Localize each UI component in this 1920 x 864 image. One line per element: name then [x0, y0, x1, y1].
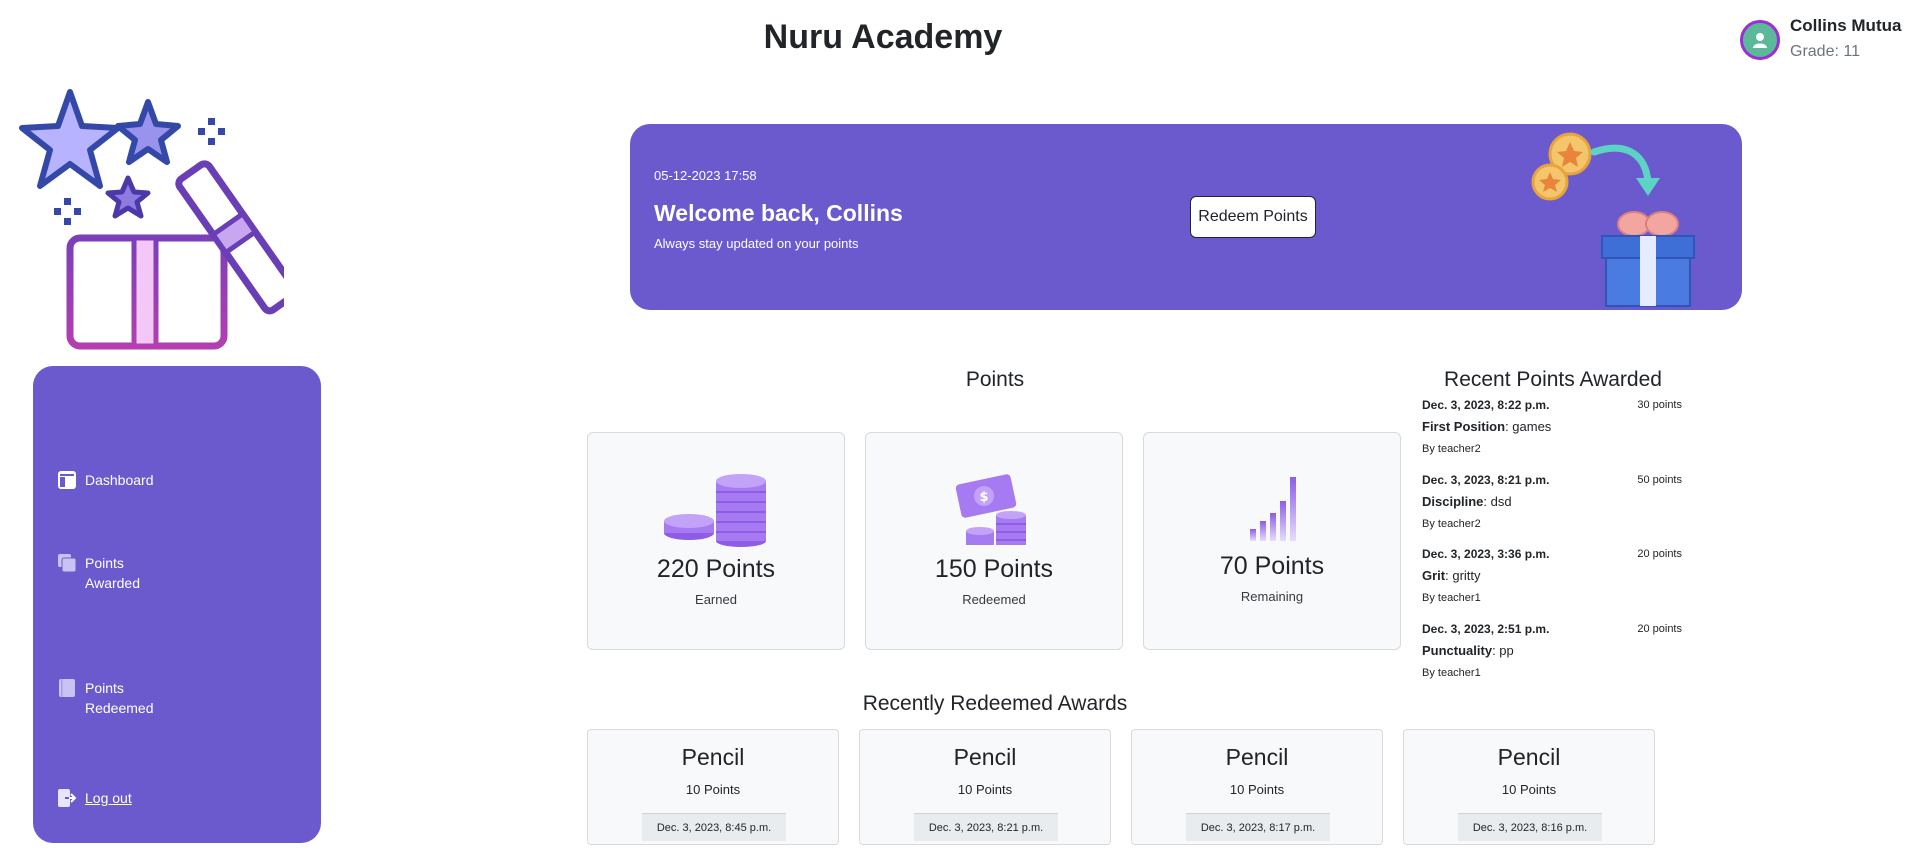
sidebar-item-label: Points Awarded	[85, 555, 141, 591]
user-grade: Grade: 11	[1790, 43, 1860, 60]
award-name: Pencil	[1225, 744, 1289, 770]
award-cost: 10 Points	[685, 782, 741, 797]
award-name: Pencil	[681, 744, 745, 770]
list-item: Dec. 3, 2023, 3:36 p.m. 20 points Grit: …	[1422, 545, 1682, 620]
award-category: First Position	[1422, 419, 1506, 434]
points-redeemed-label: Redeemed	[962, 592, 1026, 607]
award-detail: : dsd	[1483, 493, 1512, 509]
award-teacher: By teacher1	[1422, 666, 1481, 679]
award-teacher: By teacher1	[1422, 592, 1481, 604]
sidebar-nav: Dashboard Points Awarded Points Redeemed…	[33, 366, 321, 843]
award-reason: Discipline: dsd	[1422, 493, 1512, 511]
redeemed-awards-title: Recently Redeemed Awards	[862, 692, 1128, 715]
award-cost: 10 Points	[957, 782, 1013, 797]
points-redeemed-card: $ 150 Points Redeemed	[865, 432, 1123, 650]
points-earned-value: 220 Points	[656, 555, 776, 583]
award-date: Dec. 3, 2023, 8:21 p.m.	[1422, 472, 1550, 487]
award-detail: : pp	[1492, 642, 1514, 658]
coins-stack-icon	[664, 474, 766, 547]
award-points: 30 points	[1637, 399, 1682, 411]
award-reason: Grit: gritty	[1422, 567, 1481, 585]
award-reason: Punctuality: pp	[1422, 642, 1514, 660]
award-category: Punctuality	[1422, 642, 1493, 658]
award-name: Pencil	[1497, 744, 1561, 770]
copy-icon	[57, 553, 77, 573]
sidebar-item-label: Dashboard	[85, 472, 154, 488]
award-cost: 10 Points	[1501, 782, 1557, 797]
banner-welcome: Welcome back, Collins	[654, 200, 903, 226]
bar-growth-icon	[1250, 477, 1296, 541]
award-category: Grit	[1422, 568, 1446, 583]
logout-icon	[57, 788, 77, 808]
recent-awards-title: Recent Points Awarded	[1444, 368, 1662, 391]
points-remaining-value: 70 Points	[1219, 552, 1325, 580]
list-item: Dec. 3, 2023, 2:51 p.m. 20 points Punctu…	[1422, 620, 1682, 695]
app-title: Nuru Academy	[763, 18, 1003, 56]
award-redeemed-date: Dec. 3, 2023, 8:16 p.m.	[1458, 813, 1602, 841]
award-detail: : games	[1505, 419, 1552, 434]
points-section-title: Points	[965, 368, 1025, 391]
points-earned-card: 220 Points Earned	[587, 432, 845, 650]
sidebar-item-points-redeemed[interactable]: Points Redeemed	[57, 678, 157, 718]
recent-awards-list: Dec. 3, 2023, 8:22 p.m. 30 points First …	[1422, 396, 1682, 694]
award-date: Dec. 3, 2023, 2:51 p.m.	[1422, 621, 1550, 636]
award-redeemed-date: Dec. 3, 2023, 8:17 p.m.	[1186, 813, 1330, 841]
redeemed-award-card: Pencil 10 Points Dec. 3, 2023, 8:16 p.m.	[1403, 729, 1655, 845]
redeemed-award-card: Pencil 10 Points Dec. 3, 2023, 8:17 p.m.	[1131, 729, 1383, 845]
points-redeemed-value: 150 Points	[934, 555, 1054, 583]
award-date: Dec. 3, 2023, 3:36 p.m.	[1422, 547, 1550, 561]
award-points: 20 points	[1637, 622, 1682, 635]
award-teacher: By teacher2	[1422, 517, 1481, 530]
sidebar-item-label: Points Redeemed	[85, 680, 154, 716]
gift-box-logo	[19, 89, 284, 350]
list-item: Dec. 3, 2023, 8:21 p.m. 50 points Discip…	[1422, 471, 1682, 546]
user-name: Collins Mutua	[1790, 16, 1902, 35]
award-detail: : gritty	[1445, 568, 1481, 583]
welcome-banner: 05-12-2023 17:58 Welcome back, Collins A…	[630, 124, 1742, 310]
award-date: Dec. 3, 2023, 8:22 p.m.	[1422, 398, 1550, 412]
dashboard-icon	[57, 470, 77, 490]
award-teacher: By teacher2	[1422, 443, 1481, 455]
points-remaining-card: 70 Points Remaining	[1143, 432, 1401, 650]
award-redeemed-date: Dec. 3, 2023, 8:45 p.m.	[642, 813, 786, 841]
gift-coins-illustration	[1531, 132, 1695, 307]
award-cost: 10 Points	[1229, 782, 1285, 797]
sidebar-item-points-awarded[interactable]: Points Awarded	[57, 553, 157, 593]
redeem-points-button[interactable]: Redeem Points	[1190, 196, 1316, 238]
award-points: 50 points	[1637, 473, 1682, 486]
redeemed-award-card: Pencil 10 Points Dec. 3, 2023, 8:45 p.m.	[587, 729, 839, 845]
sidebar-item-label: Log out	[85, 790, 132, 806]
banner-datetime: 05-12-2023 17:58	[654, 168, 757, 183]
user-profile[interactable]: Collins Mutua Grade: 11	[1740, 14, 1901, 66]
svg-text:$: $	[979, 490, 988, 505]
award-reason: First Position: games	[1422, 418, 1551, 436]
award-category: Discipline	[1422, 493, 1484, 509]
points-earned-label: Earned	[695, 592, 737, 607]
user-icon	[1740, 20, 1780, 60]
logout-link[interactable]: Log out	[57, 788, 132, 808]
book-icon	[57, 678, 77, 698]
points-remaining-label: Remaining	[1240, 589, 1304, 604]
award-points: 20 points	[1637, 548, 1682, 560]
banner-subtitle: Always stay updated on your points	[654, 236, 859, 251]
list-item: Dec. 3, 2023, 8:22 p.m. 30 points First …	[1422, 396, 1682, 471]
redeemed-award-card: Pencil 10 Points Dec. 3, 2023, 8:21 p.m.	[859, 729, 1111, 845]
award-redeemed-date: Dec. 3, 2023, 8:21 p.m.	[914, 813, 1058, 841]
money-coins-icon: $	[955, 474, 1026, 545]
award-name: Pencil	[953, 744, 1017, 770]
sidebar-item-dashboard[interactable]: Dashboard	[57, 470, 154, 490]
